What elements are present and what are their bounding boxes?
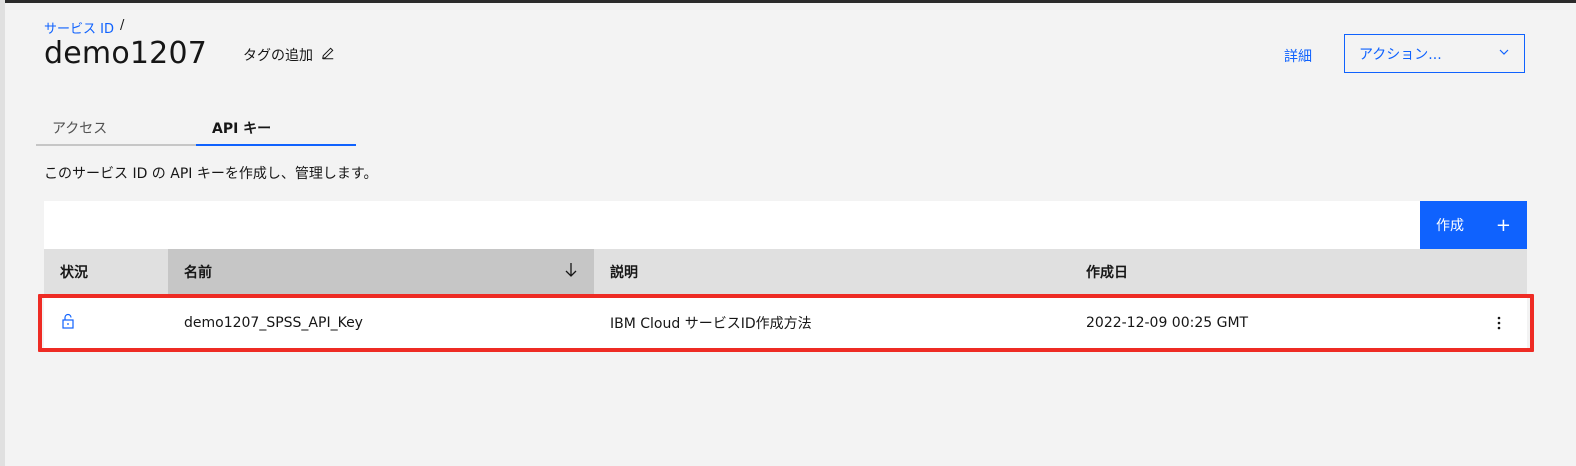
column-header-status: 状況 bbox=[60, 265, 88, 281]
name-cell: demo1207_SPSS_API_Key bbox=[184, 315, 363, 331]
description-cell: IBM Cloud サービスID作成方法 bbox=[610, 316, 812, 332]
window-left-border bbox=[0, 0, 5, 466]
breadcrumb: サービス ID / bbox=[44, 18, 124, 37]
status-cell bbox=[44, 295, 168, 351]
created-cell: 2022-12-09 00:25 GMT bbox=[1070, 295, 1527, 351]
table-header: 状況 名前 説明 作成日 bbox=[44, 249, 1527, 295]
page-title: demo1207 bbox=[44, 36, 208, 71]
details-link[interactable]: 詳細 bbox=[1284, 46, 1312, 66]
api-keys-table: 状況 名前 説明 作成日 demo1207_SPSS_API_Key IBM C… bbox=[44, 249, 1527, 351]
unlocked-icon bbox=[60, 313, 76, 333]
tab-list: アクセス API キー bbox=[36, 108, 356, 146]
table-row[interactable]: demo1207_SPSS_API_Key IBM Cloud サービスID作成… bbox=[44, 295, 1527, 351]
add-tag-button[interactable]: タグの追加 bbox=[243, 45, 335, 65]
create-button-label: 作成 bbox=[1436, 218, 1464, 234]
created-date: 2022-12-09 00:25 GMT bbox=[1086, 315, 1249, 331]
column-header-description: 説明 bbox=[610, 265, 638, 281]
actions-dropdown[interactable]: アクション... bbox=[1344, 34, 1525, 73]
column-header-name[interactable]: 名前 bbox=[168, 249, 594, 295]
window-top-border bbox=[0, 0, 1576, 3]
actions-dropdown-label: アクション... bbox=[1359, 46, 1442, 63]
column-header-name-label: 名前 bbox=[184, 265, 212, 281]
tab-api-keys[interactable]: API キー bbox=[196, 108, 356, 146]
create-button[interactable]: 作成 + bbox=[1420, 201, 1527, 249]
add-tag-label: タグの追加 bbox=[243, 48, 313, 64]
tab-access[interactable]: アクセス bbox=[36, 108, 196, 146]
column-header-created: 作成日 bbox=[1086, 265, 1128, 281]
breadcrumb-separator: / bbox=[119, 18, 125, 33]
edit-icon bbox=[321, 46, 335, 64]
breadcrumb-service-id-link[interactable]: サービス ID bbox=[44, 18, 114, 37]
page-description: このサービス ID の API キーを作成し、管理します。 bbox=[44, 166, 378, 182]
add-icon: + bbox=[1495, 214, 1511, 236]
overflow-menu-icon[interactable] bbox=[1487, 311, 1511, 335]
sort-arrow-down-icon bbox=[564, 262, 578, 282]
chevron-down-icon bbox=[1498, 46, 1510, 62]
table-toolbar: 作成 + bbox=[44, 201, 1527, 249]
